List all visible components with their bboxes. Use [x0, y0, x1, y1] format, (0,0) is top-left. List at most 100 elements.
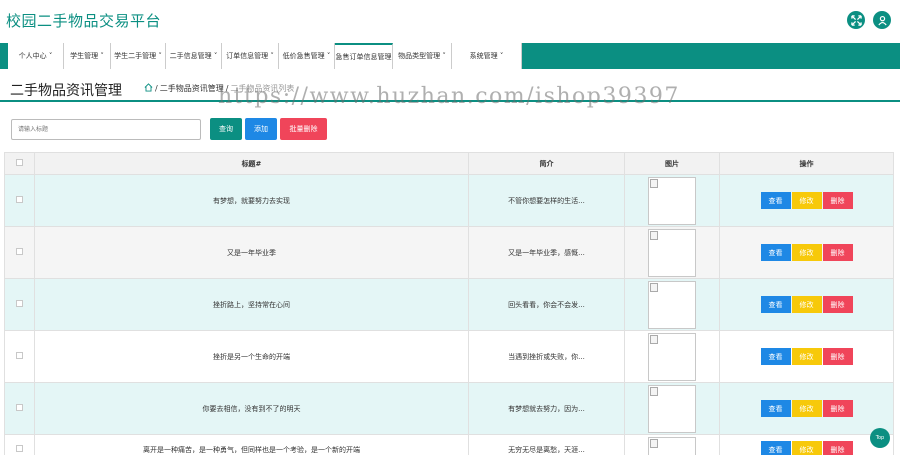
nav-item[interactable]: 系统管理 ˅	[452, 43, 522, 69]
row-summary: 无穷无尽是离愁，天涯...	[468, 434, 625, 455]
nav-item[interactable]: 学生二手管理 ˅	[111, 43, 166, 69]
row-actions: 查看 修改 删除	[719, 278, 894, 331]
table-row: 有梦想，就要努力去实现 不管你想要怎样的生活... 查看 修改 删除	[4, 174, 894, 227]
row-image-cell	[624, 226, 720, 279]
row-image-cell	[624, 434, 720, 455]
table-header-row: 标题# 简介 图片 操作	[4, 152, 894, 175]
delete-button[interactable]: 删除	[822, 192, 853, 209]
row-image-cell	[624, 330, 720, 383]
table-row: 挫折路上，坚持常在心间 回头看看，你会不会发... 查看 修改 删除	[4, 278, 894, 331]
row-checkbox[interactable]	[16, 445, 23, 452]
row-select-cell	[4, 330, 35, 383]
view-button[interactable]: 查看	[760, 348, 791, 365]
row-title: 有梦想，就要努力去实现	[34, 174, 469, 227]
row-actions: 查看 修改 删除	[719, 174, 894, 227]
breadcrumb-separator: /	[155, 84, 158, 93]
row-actions: 查看 修改 删除	[719, 434, 894, 455]
edit-button[interactable]: 修改	[791, 348, 822, 365]
row-title: 你要去相信，没有到不了的明天	[34, 382, 469, 435]
add-button[interactable]: 添加	[245, 118, 277, 140]
table-row: 你要去相信，没有到不了的明天 有梦想就去努力，因为... 查看 修改 删除	[4, 382, 894, 435]
breadcrumb-item[interactable]: 二手物品资讯管理	[160, 83, 224, 94]
delete-button[interactable]: 删除	[822, 348, 853, 365]
row-checkbox[interactable]	[16, 300, 23, 307]
app-title: 校园二手物品交易平台	[6, 12, 162, 30]
header-summary: 简介	[468, 152, 625, 175]
table-row: 又是一年毕业季 又是一年毕业季，感慨... 查看 修改 删除	[4, 226, 894, 279]
nav-item[interactable]: 低价急售管理 ˅	[279, 43, 335, 69]
broken-image-icon	[648, 384, 696, 433]
select-all-cell	[4, 152, 35, 175]
row-summary: 又是一年毕业季，感慨...	[468, 226, 625, 279]
view-button[interactable]: 查看	[760, 244, 791, 261]
row-summary: 不管你想要怎样的生活...	[468, 174, 625, 227]
select-all-checkbox[interactable]	[16, 159, 23, 166]
row-select-cell	[4, 434, 35, 455]
search-button[interactable]: 查询	[210, 118, 242, 140]
row-summary: 当遇到挫折或失败，你...	[468, 330, 625, 383]
nav-item[interactable]: 学生管理 ˅	[64, 43, 111, 69]
nav-menu: 个人中心 ˅ 学生管理 ˅ 学生二手管理 ˅ 二手信息管理 ˅ 订单信息管理 ˅ 低价急售…	[8, 43, 522, 69]
back-to-top-button[interactable]: Top	[870, 428, 890, 448]
delete-button[interactable]: 删除	[822, 400, 853, 417]
row-summary: 回头看看，你会不会发...	[468, 278, 625, 331]
row-title: 离开是一种痛苦，是一种勇气，但同样也是一个考验，是一个新的开端	[34, 434, 469, 455]
header-image: 图片	[624, 152, 720, 175]
broken-image-icon	[648, 228, 696, 277]
page-title: 二手物品资讯管理	[10, 83, 122, 99]
row-actions: 查看 修改 删除	[719, 330, 894, 383]
top-bar: 校园二手物品交易平台	[0, 0, 900, 42]
batch-delete-button[interactable]: 批量删除	[280, 118, 327, 140]
table-row: 离开是一种痛苦，是一种勇气，但同样也是一个考验，是一个新的开端 无穷无尽是离愁，天…	[4, 434, 894, 455]
nav-item[interactable]: 物品类型管理 ˅	[393, 43, 452, 69]
broken-image-icon	[648, 176, 696, 225]
data-table: 标题# 简介 图片 操作 有梦想，就要努力去实现 不管你想要怎样的生活... 查看修…	[4, 152, 894, 455]
row-title: 挫折路上，坚持常在心间	[34, 278, 469, 331]
edit-button[interactable]: 修改	[791, 244, 822, 261]
row-select-cell	[4, 174, 35, 227]
row-select-cell	[4, 226, 35, 279]
view-button[interactable]: 查看	[760, 296, 791, 313]
edit-button[interactable]: 修改	[791, 400, 822, 417]
nav-item[interactable]: 订单信息管理 ˅	[222, 43, 279, 69]
view-button[interactable]: 查看	[760, 192, 791, 209]
broken-image-icon	[648, 436, 696, 455]
edit-button[interactable]: 修改	[791, 441, 822, 455]
edit-button[interactable]: 修改	[791, 296, 822, 313]
broken-image-icon	[648, 332, 696, 381]
row-title: 挫折是另一个生命的开端	[34, 330, 469, 383]
nav-item[interactable]: 个人中心 ˅	[8, 43, 64, 69]
row-checkbox[interactable]	[16, 248, 23, 255]
row-image-cell	[624, 174, 720, 227]
row-select-cell	[4, 382, 35, 435]
expand-icon[interactable]	[847, 11, 865, 29]
nav-item[interactable]: 二手信息管理 ˅	[166, 43, 222, 69]
header-actions: 操作	[719, 152, 894, 175]
main-nav: 个人中心 ˅ 学生管理 ˅ 学生二手管理 ˅ 二手信息管理 ˅ 订单信息管理 ˅ 低价急售…	[0, 43, 900, 69]
table-row: 挫折是另一个生命的开端 当遇到挫折或失败，你... 查看 修改 删除	[4, 330, 894, 383]
row-image-cell	[624, 278, 720, 331]
delete-button[interactable]: 删除	[822, 296, 853, 313]
view-button[interactable]: 查看	[760, 400, 791, 417]
header-title[interactable]: 标题#	[34, 152, 469, 175]
row-image-cell	[624, 382, 720, 435]
delete-button[interactable]: 删除	[822, 244, 853, 261]
table-body: 有梦想，就要努力去实现 不管你想要怎样的生活... 查看 修改 删除 又是一年毕业季 又是一…	[4, 174, 894, 455]
nav-item[interactable]: 急售订单信息管理	[335, 43, 393, 69]
user-icon[interactable]	[873, 11, 891, 29]
row-actions: 查看 修改 删除	[719, 382, 894, 435]
search-input[interactable]	[11, 119, 201, 140]
view-button[interactable]: 查看	[760, 441, 791, 455]
row-actions: 查看 修改 删除	[719, 226, 894, 279]
row-summary: 有梦想就去努力，因为...	[468, 382, 625, 435]
broken-image-icon	[648, 280, 696, 329]
home-icon[interactable]	[144, 83, 153, 94]
row-title: 又是一年毕业季	[34, 226, 469, 279]
row-checkbox[interactable]	[16, 196, 23, 203]
watermark: https://www.huzhan.com/ishop39397	[218, 84, 680, 109]
row-select-cell	[4, 278, 35, 331]
delete-button[interactable]: 删除	[822, 441, 853, 455]
row-checkbox[interactable]	[16, 404, 23, 411]
row-checkbox[interactable]	[16, 352, 23, 359]
edit-button[interactable]: 修改	[791, 192, 822, 209]
